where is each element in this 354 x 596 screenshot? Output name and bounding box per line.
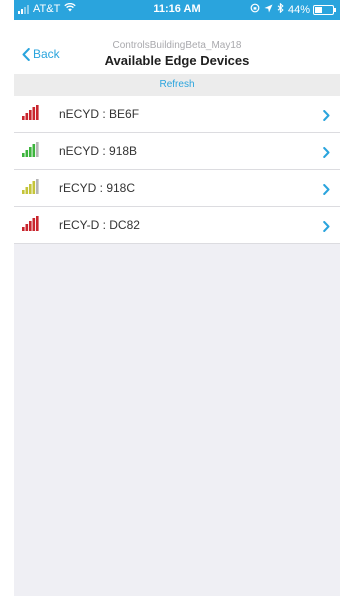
location-arrow-icon — [264, 4, 273, 16]
device-label: nECYD : 918B — [59, 144, 138, 158]
device-row[interactable]: nECYD : BE6F — [14, 96, 340, 133]
signal-strength-icon — [22, 142, 40, 157]
lock-rotation-icon — [250, 3, 260, 16]
status-right: 44% — [250, 2, 336, 16]
battery-percent: 44% — [287, 3, 310, 16]
device-row[interactable]: nECYD : 918B — [14, 133, 340, 170]
page-title: Available Edge Devices — [104, 53, 250, 68]
refresh-button[interactable]: Refresh — [14, 74, 340, 96]
battery-fill — [315, 6, 322, 13]
chevron-right-icon — [323, 145, 330, 163]
signal-strength-icon — [22, 216, 40, 231]
navigation-bar: Back ControlsBuildingBeta_May18 Availabl… — [14, 20, 340, 74]
device-label: rECYD : 918C — [59, 181, 136, 195]
chevron-right-icon — [323, 182, 330, 200]
phone-screen: AT&T 11:16 AM 44% Back ControlsBuildingB… — [14, 0, 340, 596]
chevron-right-icon — [323, 219, 330, 237]
device-label: nECYD : BE6F — [59, 107, 140, 121]
device-row[interactable]: rECYD : 918C — [14, 170, 340, 207]
signal-strength-icon — [22, 179, 40, 194]
device-list: nECYD : BE6F nECYD : 918B rECYD : 918C rECY… — [14, 96, 340, 244]
device-label: rECY-D : DC82 — [59, 218, 140, 232]
status-bar: AT&T 11:16 AM 44% — [14, 0, 340, 20]
nav-subtitle: ControlsBuildingBeta_May18 — [112, 40, 242, 51]
device-row[interactable]: rECY-D : DC82 — [14, 207, 340, 244]
signal-strength-icon — [22, 105, 40, 120]
battery-icon — [313, 4, 336, 15]
chevron-right-icon — [323, 108, 330, 126]
bluetooth-icon — [277, 2, 284, 16]
